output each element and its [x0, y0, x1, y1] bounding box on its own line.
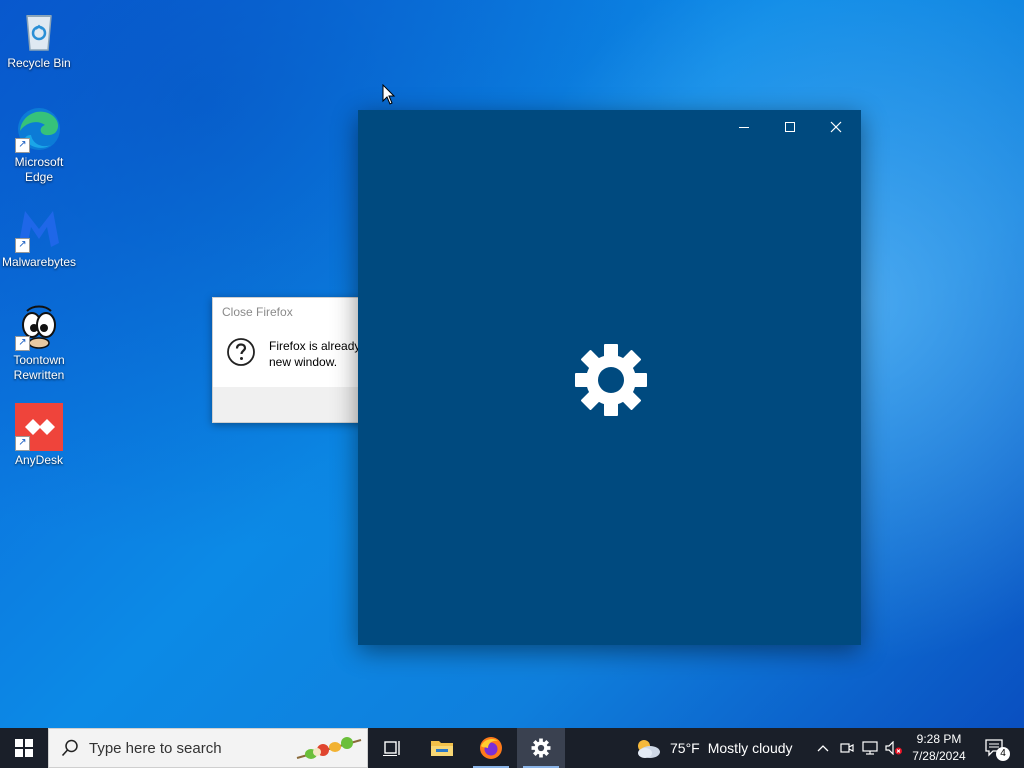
mouse-cursor-icon: [382, 83, 396, 111]
start-button[interactable]: [0, 728, 48, 768]
close-button[interactable]: [813, 110, 859, 144]
desktop-icon-malwarebytes[interactable]: ↗ Malwarebytes: [0, 205, 78, 270]
edge-icon: ↗: [15, 105, 63, 153]
file-explorer-icon: [431, 741, 453, 756]
desktop-icon-recycle-bin[interactable]: Recycle Bin: [0, 6, 78, 71]
weather-widget[interactable]: 75°F Mostly cloudy: [634, 728, 804, 768]
task-view-button[interactable]: [368, 728, 416, 768]
taskbar-search-box[interactable]: Type here to search: [48, 728, 368, 768]
volume-button[interactable]: [883, 728, 905, 768]
desktop-icon-anydesk[interactable]: ↗ AnyDesk: [0, 403, 78, 468]
shortcut-arrow-icon: ↗: [15, 436, 30, 451]
windows-logo-icon: [15, 739, 33, 757]
volume-muted-icon: [885, 741, 902, 755]
network-button[interactable]: [859, 728, 881, 768]
file-explorer-button[interactable]: [418, 728, 466, 768]
settings-icon: [531, 738, 551, 758]
notification-count-badge: 4: [996, 747, 1010, 761]
show-hidden-icons-button[interactable]: [812, 728, 834, 768]
gear-icon: [573, 342, 649, 418]
cloudy-weather-icon: [638, 740, 660, 758]
shortcut-arrow-icon: ↗: [15, 336, 30, 351]
weather-description: Mostly cloudy: [707, 740, 793, 756]
desktop-icon-label: Malwarebytes: [1, 255, 77, 269]
close-firefox-dialog[interactable]: Close Firefox Firefox is already new win…: [212, 297, 374, 423]
search-highlight-image: [296, 737, 362, 759]
minimize-icon: [739, 127, 749, 128]
taskbar: Type here to search 75°F Mostly cloudy 9…: [0, 728, 1024, 768]
settings-window[interactable]: [358, 110, 861, 645]
question-icon: [226, 337, 255, 366]
weather-temperature: 75°F: [670, 740, 700, 756]
dialog-title: Close Firefox: [213, 298, 373, 327]
desktop-icon-label: AnyDesk: [14, 453, 64, 467]
minimize-button[interactable]: [721, 110, 767, 144]
desktop-icon-microsoft-edge[interactable]: ↗ Microsoft Edge: [0, 105, 78, 185]
taskbar-clock[interactable]: 9:28 PM 7/28/2024: [904, 731, 974, 765]
desktop: Recycle Bin ↗ Microsoft Edge ↗ Malwareby…: [0, 0, 1024, 728]
action-center-button[interactable]: 4: [978, 728, 1012, 768]
shortcut-arrow-icon: ↗: [15, 138, 30, 153]
clock-time: 9:28 PM: [916, 732, 962, 746]
shortcut-arrow-icon: ↗: [15, 238, 30, 253]
settings-taskbar-button[interactable]: [517, 728, 565, 768]
desktop-icon-toontown-rewritten[interactable]: ↗ Toontown Rewritten: [0, 303, 78, 383]
recycle-bin-icon: [15, 6, 63, 54]
dialog-body: Firefox is already new window.: [213, 327, 373, 387]
network-icon: [862, 741, 878, 755]
firefox-button[interactable]: [467, 728, 515, 768]
desktop-icon-label: Recycle Bin: [7, 56, 71, 70]
camera-icon: [840, 743, 854, 753]
toontown-icon: ↗: [15, 303, 63, 351]
desktop-icon-label: Microsoft Edge: [14, 155, 64, 184]
anydesk-icon: ↗: [15, 403, 63, 451]
maximize-button[interactable]: [767, 110, 813, 144]
maximize-icon: [785, 122, 795, 132]
malwarebytes-icon: ↗: [15, 205, 63, 253]
search-icon: [61, 739, 78, 757]
chevron-up-icon: [817, 745, 829, 752]
firefox-icon: [480, 737, 502, 759]
meet-now-button[interactable]: [836, 728, 858, 768]
task-view-icon: [383, 741, 400, 756]
clock-date: 7/28/2024: [912, 749, 966, 763]
search-placeholder: Type here to search: [89, 740, 222, 757]
desktop-icon-label: Toontown Rewritten: [13, 353, 65, 382]
close-icon: [830, 121, 842, 133]
